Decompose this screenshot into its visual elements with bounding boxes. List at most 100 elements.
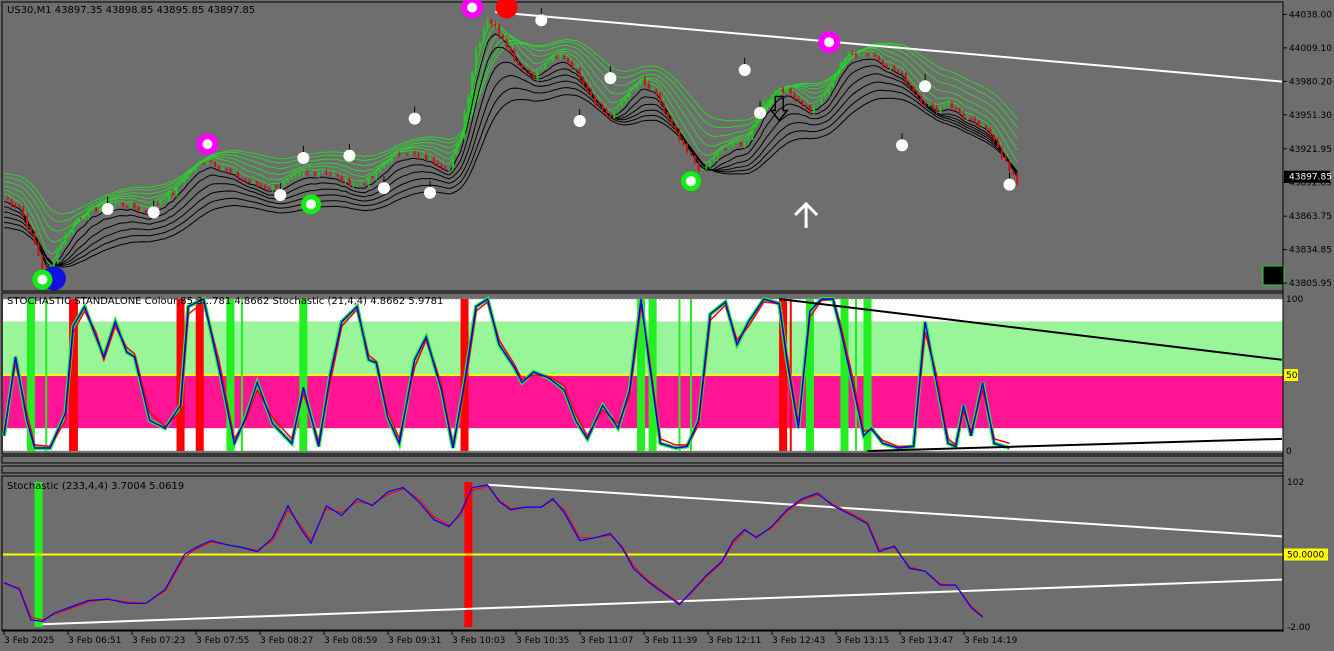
candle-body: [287, 179, 289, 182]
stoch-axis-label: 100: [1286, 295, 1303, 305]
candle-body: [893, 66, 896, 71]
candle-body: [920, 96, 923, 103]
fractal-dot: [535, 14, 548, 27]
candle-body: [647, 83, 650, 89]
candle-body: [402, 154, 405, 156]
candle-body: [459, 136, 462, 143]
fractal-dot: [408, 112, 421, 125]
trading-chart[interactable]: 44038.00 44009.10 43980.20 43951.30 43921.95…: [0, 0, 1334, 651]
candle-body: [283, 181, 286, 187]
candle-body: [444, 167, 447, 170]
candle-body: [452, 154, 455, 169]
fractal-dot: [297, 152, 310, 164]
candle-body: [705, 166, 708, 169]
candle-body: [313, 172, 316, 176]
price-tick-label: 43921.95: [1289, 145, 1332, 155]
fractal-dot: [573, 114, 586, 127]
candle-body: [728, 147, 731, 149]
candle-body: [79, 218, 82, 220]
candle-body: [22, 207, 25, 216]
candle-body: [306, 172, 309, 174]
candle-body: [214, 161, 217, 167]
candle-body: [724, 148, 727, 150]
stoch-sell-bar: [195, 299, 204, 451]
candle-body: [156, 204, 159, 206]
candle-body: [183, 178, 186, 183]
candle-body: [835, 71, 838, 76]
candle-body: [785, 88, 788, 93]
candle-body: [866, 53, 869, 56]
candle-body: [636, 85, 639, 88]
candle-body: [874, 54, 877, 57]
candle-body: [1000, 147, 1003, 158]
candle-body: [828, 87, 831, 95]
candle-body: [559, 56, 562, 58]
candle-body: [505, 39, 508, 48]
candle-body: [912, 86, 915, 93]
candle-body: [567, 57, 570, 63]
candle-body: [851, 53, 854, 55]
candle-body: [643, 78, 646, 84]
fractal-dot: [343, 149, 356, 162]
candle-body: [1004, 157, 1007, 162]
candle-body: [544, 62, 547, 69]
candle-body: [290, 176, 293, 180]
indicator-box: [1262, 265, 1285, 286]
fractal-dot: [738, 64, 751, 76]
candle-body: [747, 139, 750, 142]
candle-body: [390, 155, 393, 163]
price-tick-label: 43951.30: [1289, 111, 1332, 121]
candle-body: [175, 184, 178, 195]
candle-body: [240, 178, 243, 180]
magenta-signal-core: [467, 2, 478, 13]
candle-body: [256, 181, 259, 185]
candle-body: [513, 50, 516, 61]
candle-body: [363, 184, 366, 186]
candle-body: [540, 68, 543, 71]
pane-separator: [1, 465, 1284, 474]
candle-body: [463, 112, 466, 137]
candle-body: [989, 129, 992, 135]
candle-body: [901, 72, 904, 74]
candle-body: [931, 105, 934, 109]
candle-body: [348, 178, 351, 187]
candle-body: [336, 175, 339, 177]
candle-body: [164, 200, 167, 202]
candle-body: [210, 161, 213, 163]
candle-body: [689, 152, 692, 156]
candle-body: [594, 96, 597, 105]
candle-body: [709, 160, 712, 167]
time-tick-label: 3 Feb 13:15: [836, 636, 889, 646]
candle-body: [275, 185, 278, 189]
candle-body: [739, 142, 742, 146]
candle-body: [294, 174, 297, 177]
candle-body: [1008, 161, 1011, 172]
candle-body: [632, 87, 635, 90]
candle-body: [221, 169, 224, 171]
stoch233-axis-label: 50.0000: [1287, 551, 1324, 561]
candle-body: [344, 178, 347, 182]
candle-body: [75, 218, 78, 224]
candle-body: [682, 140, 685, 144]
candle-body: [617, 106, 620, 111]
candle-body: [217, 166, 220, 170]
stochastic-standalone-pane[interactable]: [1, 292, 1284, 474]
candle-body: [958, 108, 961, 114]
candle-body: [686, 143, 689, 153]
candle-body: [981, 125, 984, 127]
candle-body: [168, 192, 171, 201]
candle-body: [198, 163, 201, 166]
candle-body: [98, 207, 101, 212]
candle-body: [755, 119, 758, 127]
candle-body: [862, 53, 865, 56]
candle-body: [379, 168, 382, 171]
candle-body: [574, 68, 577, 70]
time-tick-label: 3 Feb 10:03: [452, 636, 505, 646]
candle-body: [659, 92, 662, 105]
candle-body: [233, 171, 236, 173]
fractal-dot: [274, 189, 287, 202]
candle-body: [820, 96, 823, 105]
candle-body: [997, 140, 999, 148]
candle-body: [160, 201, 163, 205]
candle-body: [571, 62, 573, 69]
